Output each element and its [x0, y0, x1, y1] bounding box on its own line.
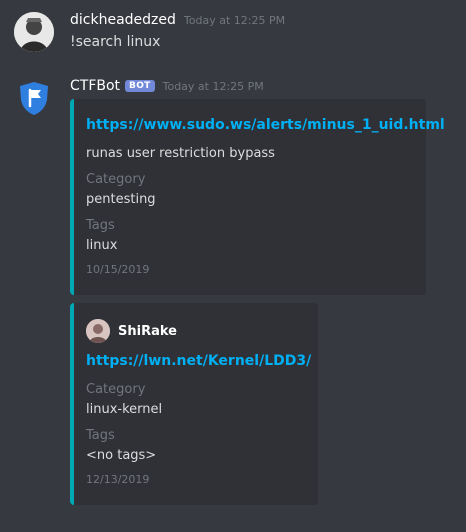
- field-value: linux-kernel: [86, 402, 163, 417]
- bot-badge: BOT: [125, 80, 155, 92]
- message-header: CTFBot BOT Today at 12:25 PM: [70, 78, 264, 94]
- embed-card: ShiRake https://lwn.net/Kernel/LDD3/ Cat…: [70, 303, 318, 505]
- timestamp: Today at 12:25 PM: [183, 14, 286, 27]
- author-name[interactable]: ShiRake: [118, 324, 177, 339]
- embed-card: https://www.sudo.ws/alerts/minus_1_uid.h…: [70, 99, 445, 295]
- field-name: Category: [86, 382, 146, 397]
- message-header: dickheadedzed Today at 12:25 PM: [70, 12, 285, 28]
- username[interactable]: dickheadedzed: [70, 12, 176, 28]
- message-text: !search linux: [70, 34, 161, 50]
- embed-title-link[interactable]: https://lwn.net/Kernel/LDD3/: [86, 353, 311, 369]
- timestamp: Today at 12:25 PM: [162, 80, 264, 93]
- field-name: Tags: [86, 428, 115, 443]
- field-value: pentesting: [86, 192, 156, 207]
- embed-title-link[interactable]: https://www.sudo.ws/alerts/minus_1_uid.h…: [86, 117, 445, 133]
- avatar[interactable]: [14, 12, 54, 52]
- field-value: <no tags>: [86, 448, 157, 463]
- username[interactable]: CTFBot: [70, 78, 120, 94]
- field-value: linux: [86, 238, 118, 253]
- author-avatar[interactable]: [86, 319, 110, 343]
- field-name: Category: [86, 172, 146, 187]
- embed-description: runas user restriction bypass: [86, 146, 275, 161]
- user-avatar-icon: [14, 12, 54, 52]
- field-name: Tags: [86, 218, 115, 233]
- author-avatar-icon: [86, 319, 110, 343]
- embed-footer: 12/13/2019: [86, 473, 150, 486]
- embed-footer: 10/15/2019: [86, 263, 150, 276]
- shield-flag-icon: [20, 82, 48, 115]
- embed-author: ShiRake: [86, 319, 177, 343]
- avatar[interactable]: [14, 78, 54, 118]
